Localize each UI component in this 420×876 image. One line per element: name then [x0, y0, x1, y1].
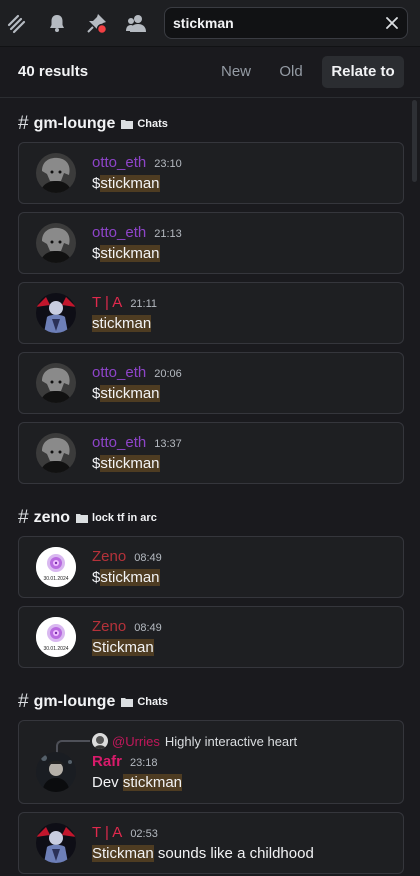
channel-name: gm-lounge	[33, 693, 116, 710]
match-highlight: stickman	[92, 315, 152, 332]
message-text: $stickman	[92, 455, 160, 472]
avatar[interactable]	[36, 153, 76, 193]
message-result[interactable]: otto_eth 23:10 $stickman	[18, 142, 404, 204]
channel-name: zeno	[33, 509, 71, 526]
avatar-caption: 30.01.2024	[43, 646, 69, 652]
category-name: Chats	[137, 696, 168, 708]
avatar[interactable]	[36, 433, 76, 473]
avatar[interactable]	[36, 823, 76, 863]
hash-icon: #	[18, 113, 29, 134]
folder-icon	[76, 514, 89, 523]
avatar[interactable]	[36, 752, 76, 792]
top-toolbar	[0, 0, 420, 47]
sort-relevance-button[interactable]: Relate to	[322, 56, 404, 88]
avatar-caption: 30.01.2024	[43, 576, 69, 582]
author-name[interactable]: otto_eth	[92, 364, 146, 381]
message-result[interactable]: otto_eth 13:37 $stickman	[18, 422, 404, 484]
timestamp: 21:11	[130, 298, 158, 310]
timestamp: 13:37	[154, 438, 182, 450]
sort-new-button[interactable]: New	[215, 56, 257, 88]
clear-search-icon[interactable]	[383, 14, 401, 32]
author-name[interactable]: Zeno	[92, 548, 126, 565]
message-text: Stickman	[92, 639, 154, 656]
avatar[interactable]	[36, 223, 76, 263]
timestamp: 23:10	[154, 158, 182, 170]
hash-icon: #	[18, 691, 29, 712]
avatar[interactable]	[36, 363, 76, 403]
channel-name: gm-lounge	[33, 115, 116, 132]
reply-author[interactable]: @Urries	[112, 734, 160, 749]
message-text: Dev stickman	[92, 774, 183, 791]
author-name[interactable]: otto_eth	[92, 434, 146, 451]
author-name[interactable]: otto_eth	[92, 224, 146, 241]
reply-text: Highly interactive heart	[164, 733, 298, 749]
message-text: $stickman	[92, 245, 160, 262]
author-name[interactable]: T | A	[92, 294, 122, 311]
category-name: Chats	[137, 118, 168, 130]
reply-avatar	[92, 733, 108, 749]
channel-header[interactable]: # gm-lounge Chats	[18, 114, 168, 134]
match-highlight: stickman	[122, 774, 183, 791]
avatar[interactable]: 30.01.2024	[36, 617, 76, 657]
timestamp: 23:18	[130, 757, 158, 769]
message-result[interactable]: T | A 02:53 Stickman sounds like a child…	[18, 812, 404, 874]
results-bar: 40 results New Old Relate to	[0, 48, 420, 98]
search-box[interactable]	[164, 7, 408, 39]
results-list: # gm-lounge Chats otto_eth 23:10 $stickm…	[0, 99, 420, 876]
members-icon[interactable]	[122, 9, 150, 37]
channel-header[interactable]: # gm-lounge Chats	[18, 692, 168, 712]
match-highlight: Stickman	[92, 845, 154, 862]
search-input[interactable]	[173, 13, 373, 33]
author-name[interactable]: otto_eth	[92, 154, 146, 171]
message-text: $stickman	[92, 385, 160, 402]
timestamp: 08:49	[134, 552, 162, 564]
message-text: $stickman	[92, 175, 160, 192]
message-result[interactable]: 30.01.2024 Zeno 08:49 Stickman	[18, 606, 404, 668]
match-highlight: stickman	[100, 385, 160, 402]
channel-header[interactable]: # zeno lock tf in arc	[18, 508, 157, 528]
match-highlight: stickman	[100, 455, 160, 472]
timestamp: 21:13	[154, 228, 182, 240]
message-result[interactable]: otto_eth 20:06 $stickman	[18, 352, 404, 414]
message-text: $stickman	[92, 569, 160, 586]
match-highlight: stickman	[100, 245, 160, 262]
message-result[interactable]: @Urries Highly interactive heart Rafr 23…	[18, 720, 404, 804]
author-name[interactable]: T | A	[92, 824, 122, 841]
message-result[interactable]: T | A 21:11 stickman	[18, 282, 404, 344]
results-count: 40 results	[18, 63, 89, 80]
folder-icon	[121, 698, 134, 707]
hash-icon: #	[18, 507, 29, 528]
match-highlight: stickman	[100, 569, 160, 586]
message-text: stickman	[92, 315, 152, 332]
folder-icon	[121, 120, 134, 129]
sort-old-button[interactable]: Old	[270, 56, 312, 88]
avatar[interactable]	[36, 293, 76, 333]
bell-icon[interactable]	[43, 9, 71, 37]
message-result[interactable]: otto_eth 21:13 $stickman	[18, 212, 404, 274]
match-highlight: Stickman	[92, 639, 154, 656]
author-name[interactable]: Rafr	[92, 753, 122, 770]
message-text: Stickman sounds like a childhood	[92, 845, 314, 862]
author-name[interactable]: Zeno	[92, 618, 126, 635]
timestamp: 08:49	[134, 622, 162, 634]
avatar[interactable]: 30.01.2024	[36, 547, 76, 587]
pin-icon[interactable]	[83, 9, 111, 37]
category-name: lock tf in arc	[92, 512, 157, 524]
timestamp: 20:06	[154, 368, 182, 380]
match-highlight: stickman	[100, 175, 160, 192]
message-result[interactable]: 30.01.2024 Zeno 08:49 $stickman	[18, 536, 404, 598]
threads-icon[interactable]	[3, 9, 31, 37]
reply-preview[interactable]: @Urries Highly interactive heart	[92, 732, 297, 750]
timestamp: 02:53	[130, 828, 158, 840]
